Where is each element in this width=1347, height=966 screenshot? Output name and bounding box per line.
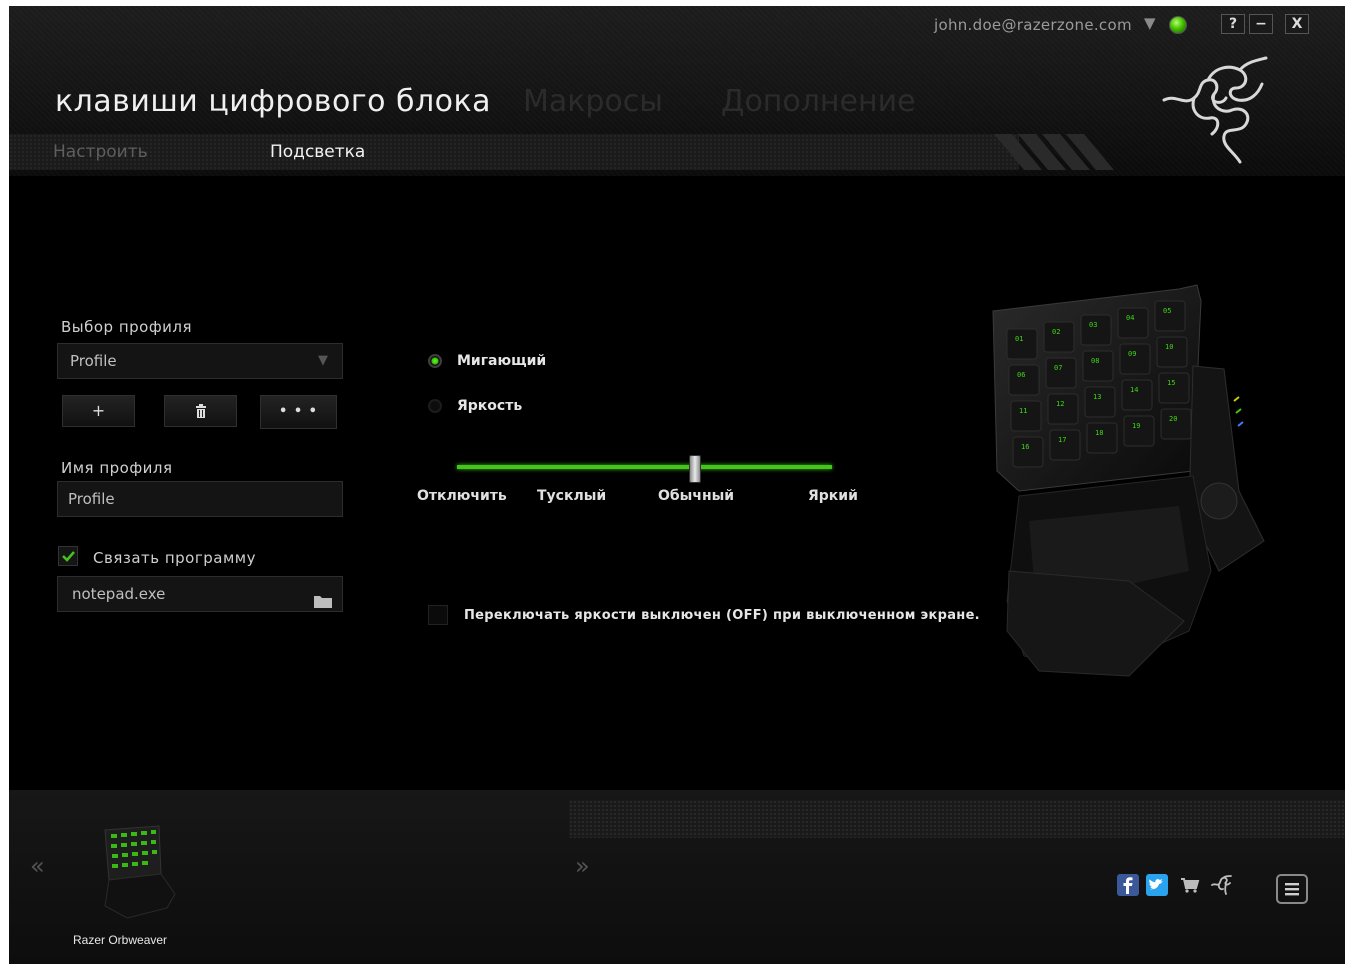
keypad-key[interactable] xyxy=(1119,343,1151,375)
keypad-key[interactable] xyxy=(1084,386,1116,418)
keypad-key[interactable] xyxy=(1121,379,1153,411)
profile-name-input[interactable]: Profile xyxy=(57,481,343,517)
account-dropdown-icon[interactable]: ▼ xyxy=(1144,14,1156,32)
link-program-label[interactable]: Связать программу xyxy=(93,549,256,567)
more-options-button[interactable]: • • • xyxy=(260,395,337,429)
decorative-stripes xyxy=(994,134,1114,170)
close-button[interactable]: X xyxy=(1285,14,1309,34)
keypad-key-label: 03 xyxy=(1089,321,1097,329)
keypad-key-label: 12 xyxy=(1056,400,1064,408)
razer-icon[interactable] xyxy=(1209,874,1232,896)
program-path-value: notepad.exe xyxy=(72,585,166,603)
keypad-key[interactable] xyxy=(1006,328,1038,360)
keypad-key[interactable] xyxy=(1158,372,1190,404)
page-title[interactable]: клавиши цифрового блока xyxy=(55,84,491,119)
keypad-key-label: 19 xyxy=(1132,422,1140,430)
help-button[interactable]: ? xyxy=(1221,14,1245,34)
keypad-key[interactable] xyxy=(1080,314,1112,346)
screen-off-label[interactable]: Переключать яркости выключен (OFF) при в… xyxy=(464,608,980,623)
profile-name-label: Имя профиля xyxy=(61,459,173,477)
keypad-key[interactable] xyxy=(1160,408,1192,440)
menu-icon[interactable] xyxy=(1276,874,1308,904)
keypad-key[interactable] xyxy=(1154,300,1186,332)
keypad-key-label: 07 xyxy=(1054,364,1062,372)
keypad-key[interactable] xyxy=(1117,307,1149,339)
delete-profile-button[interactable] xyxy=(164,395,237,427)
keypad-key-label: 06 xyxy=(1017,371,1025,379)
subtab-bar xyxy=(9,134,1019,170)
profile-dropdown-value: Profile xyxy=(70,352,117,370)
add-profile-button[interactable]: + xyxy=(62,395,135,427)
keypad-key-label: 17 xyxy=(1058,436,1066,444)
keypad-key-label: 15 xyxy=(1167,379,1175,387)
keypad-key[interactable] xyxy=(1008,364,1040,396)
brightness-level-bright: Яркий xyxy=(808,488,858,504)
option-breathing-label[interactable]: Мигающий xyxy=(457,353,546,369)
brightness-level-dim: Тусклый xyxy=(537,488,607,504)
tab-macros[interactable]: Макросы xyxy=(523,84,663,119)
keypad-key-label: 11 xyxy=(1019,407,1027,415)
keypad-key-label: 01 xyxy=(1015,335,1023,343)
screen-off-checkbox[interactable] xyxy=(428,605,448,625)
keypad-key-label: 14 xyxy=(1130,386,1138,394)
twitter-icon[interactable] xyxy=(1146,874,1168,896)
cart-icon[interactable] xyxy=(1179,874,1201,896)
account-email[interactable]: john.doe@razerzone.com xyxy=(934,16,1132,34)
keypad-key[interactable] xyxy=(1047,393,1079,425)
keypad-key-label: 05 xyxy=(1163,307,1171,315)
keypad-key[interactable] xyxy=(1123,415,1155,447)
option-brightness-label[interactable]: Яркость xyxy=(457,398,522,414)
keypad-key-label: 04 xyxy=(1126,314,1134,322)
brightness-level-normal: Обычный xyxy=(658,488,735,504)
checkmark-icon xyxy=(62,551,75,562)
subtab-lighting[interactable]: Подсветка xyxy=(270,142,365,162)
brightness-level-off: Отключить xyxy=(417,488,507,504)
profile-select-label: Выбор профиля xyxy=(61,318,193,336)
keypad-key-label: 13 xyxy=(1093,393,1101,401)
razer-logo-icon xyxy=(1162,56,1268,164)
program-path-field[interactable]: notepad.exe xyxy=(57,576,343,612)
radio-brightness[interactable] xyxy=(428,399,442,413)
orbweaver-keypad-image: 01 02 03 04 05 06 07 08 09 10 11 12 13 14 15 16 17 18 19 20 xyxy=(992,284,1265,677)
profile-dropdown[interactable]: Profile ▼ xyxy=(57,343,343,379)
keypad-key[interactable] xyxy=(1012,436,1044,468)
trash-icon xyxy=(195,403,207,419)
subtab-customize[interactable]: Настроить xyxy=(53,142,148,162)
folder-icon[interactable] xyxy=(314,586,332,620)
keypad-key-label: 02 xyxy=(1052,328,1060,336)
link-program-checkbox[interactable] xyxy=(58,546,78,566)
chevron-down-icon: ▼ xyxy=(318,353,328,368)
keypad-key[interactable] xyxy=(1086,422,1118,454)
keypad-key[interactable] xyxy=(1043,321,1075,353)
synapse-window: john.doe@razerzone.com ▼ ? − X клавиши ц… xyxy=(9,6,1345,964)
keypad-key[interactable] xyxy=(1156,336,1188,368)
keypad-key[interactable] xyxy=(1049,429,1081,461)
brightness-slider-thumb[interactable] xyxy=(689,455,701,483)
facebook-icon[interactable] xyxy=(1117,874,1139,896)
minimize-button[interactable]: − xyxy=(1249,14,1273,34)
brightness-slider-track[interactable] xyxy=(457,465,832,469)
keypad-key-label: 16 xyxy=(1021,443,1029,451)
next-device-button[interactable]: » xyxy=(575,852,590,880)
keypad-key[interactable] xyxy=(1082,350,1114,382)
footer-texture-band xyxy=(569,800,1345,838)
keypad-key-label: 08 xyxy=(1091,357,1099,365)
keypad-key-label: 10 xyxy=(1165,343,1173,351)
keypad-key[interactable] xyxy=(1045,357,1077,389)
keypad-key-label: 09 xyxy=(1128,350,1136,358)
keypad-key-label: 18 xyxy=(1095,429,1103,437)
device-thumbnail[interactable] xyxy=(97,824,182,922)
tab-addons[interactable]: Дополнение xyxy=(721,84,916,119)
prev-device-button[interactable]: « xyxy=(30,852,45,880)
device-name[interactable]: Razer Orbweaver xyxy=(73,933,167,947)
header: john.doe@razerzone.com ▼ ? − X клавиши ц… xyxy=(9,6,1345,176)
keypad-key[interactable] xyxy=(1010,400,1042,432)
keypad-key-label: 20 xyxy=(1169,415,1177,423)
radio-breathing[interactable] xyxy=(428,354,442,368)
status-indicator-icon xyxy=(1169,16,1187,34)
